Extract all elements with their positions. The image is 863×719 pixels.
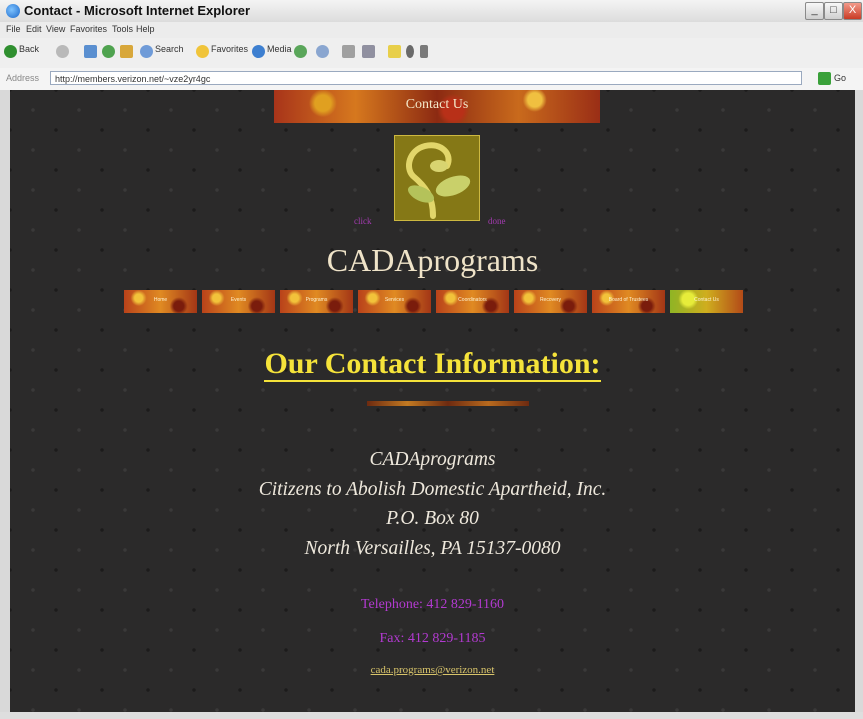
favorites-button[interactable]: Favorites bbox=[211, 44, 248, 54]
banner-title: Contact Us bbox=[405, 97, 469, 112]
site-name: CADAprograms bbox=[326, 242, 539, 278]
logo-caption-right: done bbox=[488, 216, 506, 226]
refresh-icon[interactable] bbox=[102, 45, 115, 58]
menu-file[interactable]: File bbox=[6, 24, 21, 34]
nav-recovery-label: Recovery bbox=[539, 297, 562, 303]
nav-programs-label: Programs bbox=[305, 297, 328, 303]
media-icon[interactable] bbox=[252, 45, 265, 58]
nav-home-label: Home bbox=[153, 297, 168, 303]
mail-icon[interactable] bbox=[316, 45, 329, 58]
address-bar: Address http://members.verizon.net/~vze2… bbox=[0, 68, 863, 91]
toolbar: Back Search Favorites Media bbox=[0, 38, 863, 69]
nav-coordinators-label: Coordinators bbox=[458, 297, 487, 303]
address-line-po-box: P.O. Box 80 bbox=[386, 508, 479, 529]
search-button[interactable]: Search bbox=[155, 44, 184, 54]
menu-view[interactable]: View bbox=[46, 24, 65, 34]
close-button[interactable]: X bbox=[843, 2, 862, 20]
page-viewport: Contact Us click done CADAprograms Home … bbox=[10, 90, 855, 712]
maximize-button[interactable]: □ bbox=[824, 2, 843, 20]
right-window-frame bbox=[855, 90, 863, 712]
menu-edit[interactable]: Edit bbox=[26, 24, 42, 34]
telephone: Telephone: 412 829-1160 bbox=[360, 597, 505, 612]
menu-help[interactable]: Help bbox=[136, 24, 155, 34]
address-input[interactable]: http://members.verizon.net/~vze2yr4gc bbox=[50, 71, 802, 85]
heading-text: Our Contact Information: bbox=[264, 347, 601, 382]
media-button[interactable]: Media bbox=[267, 44, 292, 54]
address-line-city: North Versailles, PA 15137-0080 bbox=[304, 537, 561, 559]
nav-contact-us-label: Contact Us bbox=[694, 297, 719, 303]
status-bar bbox=[0, 712, 863, 719]
minimize-button[interactable]: _ bbox=[805, 2, 824, 20]
back-arrow-icon[interactable] bbox=[4, 45, 17, 58]
plant-logo-icon bbox=[395, 136, 479, 220]
nav-services-label: Services bbox=[384, 297, 405, 303]
menu-tools[interactable]: Tools bbox=[112, 24, 133, 34]
forward-arrow-icon[interactable] bbox=[56, 45, 69, 58]
left-window-frame bbox=[0, 90, 10, 712]
nav-home[interactable]: Home bbox=[124, 290, 197, 313]
nav-board-of-trustees-label: Board of Trustees bbox=[608, 297, 649, 303]
nav-programs[interactable]: Programs bbox=[280, 290, 353, 313]
address-line-org: CADAprograms bbox=[369, 449, 496, 470]
home-icon[interactable] bbox=[120, 45, 133, 58]
internet-explorer-icon bbox=[6, 4, 20, 18]
nav-events[interactable]: Events bbox=[202, 290, 275, 313]
address-label: Address bbox=[6, 73, 40, 83]
nav-contact-us[interactable]: Contact Us bbox=[670, 290, 743, 313]
back-button[interactable]: Back bbox=[19, 44, 39, 54]
nav-board-of-trustees[interactable]: Board of Trustees bbox=[592, 290, 665, 313]
email-link[interactable]: cada.programs@verizon.net bbox=[371, 664, 495, 676]
music-icon[interactable] bbox=[420, 45, 428, 58]
menu-favorites[interactable]: Favorites bbox=[70, 24, 107, 34]
nav-recovery[interactable]: Recovery bbox=[514, 290, 587, 313]
print-icon[interactable] bbox=[342, 45, 355, 58]
fax: Fax: 412 829-1185 bbox=[379, 631, 486, 646]
page-heading: Our Contact Information: bbox=[10, 347, 855, 382]
messenger-icon[interactable] bbox=[406, 45, 414, 58]
title-bar: Contact - Microsoft Internet Explorer _ … bbox=[0, 0, 863, 23]
edit-icon[interactable] bbox=[362, 45, 375, 58]
favorites-star-icon[interactable] bbox=[196, 45, 209, 58]
address-line-fullname: Citizens to Abolish Domestic Apartheid, … bbox=[258, 478, 607, 500]
folder-icon[interactable] bbox=[388, 45, 401, 58]
nav-services[interactable]: Services bbox=[358, 290, 431, 313]
mailing-address: CADAprograms Citizens to Abolish Domesti… bbox=[10, 445, 855, 563]
nav-coordinators[interactable]: Coordinators bbox=[436, 290, 509, 313]
window-title: Contact - Microsoft Internet Explorer bbox=[24, 3, 251, 18]
stop-icon[interactable] bbox=[84, 45, 97, 58]
go-button[interactable]: Go bbox=[834, 73, 846, 83]
header-banner: Contact Us bbox=[274, 90, 600, 123]
nav-events-label: Events bbox=[230, 297, 247, 303]
menu-bar: File Edit View Favorites Tools Help bbox=[0, 22, 863, 38]
logo-caption-left: click bbox=[354, 216, 372, 226]
history-icon[interactable] bbox=[294, 45, 307, 58]
plant-logo-image[interactable] bbox=[394, 135, 480, 221]
email-link-row: cada.programs@verizon.net bbox=[10, 664, 855, 676]
go-arrow-icon[interactable] bbox=[818, 72, 831, 85]
decorative-divider bbox=[367, 401, 529, 406]
search-icon[interactable] bbox=[140, 45, 153, 58]
